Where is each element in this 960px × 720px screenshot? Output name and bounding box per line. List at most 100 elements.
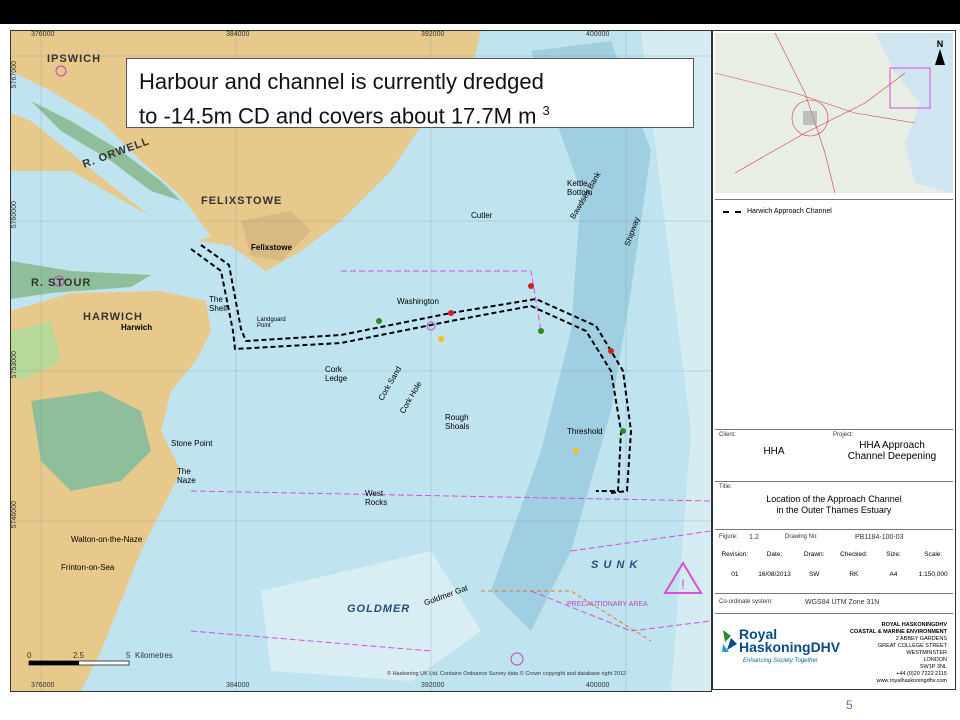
callout-box: Harbour and channel is currently dredged… [126,58,694,128]
scale-tick: 0 [27,651,32,660]
place-label: GOLDMER [347,603,411,615]
col-header: Drawn: [803,551,825,558]
client-label: Client: [719,432,737,438]
scale-tick: 5 [126,651,131,660]
col-header: Scale: [924,551,943,558]
grid-x-label: 376000 [31,31,55,38]
place-label: The Naze [177,467,196,485]
map-legend: Harwich Approach Channel [715,199,953,460]
grid-x-label: 384000 [226,31,250,38]
place-label: Cutler [471,211,493,220]
figure-block: Figure: 1.2 Drawing No: PB1184-100-03 [715,529,953,545]
place-label: Landguard Point [257,317,286,329]
callout-superscript: 3 [542,103,550,118]
col-header: Date: [766,551,783,558]
col-header: Size: [886,551,901,558]
col-value: A4 [889,571,898,578]
place-label: Walton-on-the-Naze [71,535,143,544]
grid-y-label: 5760000 [11,201,18,229]
grid-y-label: 5753000 [11,351,18,379]
place-label: Cork Ledge [325,365,348,383]
col-value: 1:150,000 [918,571,948,578]
address-line: WESTMINSTER [906,650,947,656]
inset-drawing [715,33,953,193]
grid-y-label: 5767000 [11,61,18,89]
scale-tick: 2.5 [73,651,85,660]
col-value: SW [808,571,820,578]
place-label: Stone Point [171,439,213,448]
place-label: S U N K [591,559,639,571]
place-label: Threshold [567,427,603,436]
north-arrow: N [935,39,945,65]
project-line-2: Channel Deepening [847,451,937,462]
figure-label: Figure: [719,534,738,540]
place-label: FELIXSTOWE [201,195,283,207]
grid-x-label: 392000 [421,31,445,38]
address-line: www.royalhaskoningdhv.com [876,678,947,684]
grid-y-label: 5746000 [11,501,18,529]
grid-x-label: 384000 [226,682,250,689]
company-line-2: HaskoningDHV [739,639,841,655]
location-inset-map: N [715,33,953,193]
company-tagline: Enhancing Society Together [743,658,818,664]
client-project-block: Client: HHA Project: HHA Approach Channel… [715,429,953,465]
place-label: HARWICH [83,311,143,323]
coordinate-block: Co-ordinate system: WGS84 UTM Zone 31N [715,593,953,611]
callout-line-1: Harbour and channel is currently dredged [139,69,544,94]
col-header: Checked: [840,551,868,558]
company-address: ROYAL HASKONINGDHV COASTAL & MARINE ENVI… [850,622,947,685]
client-value: HHA [763,446,785,457]
scale-unit: Kilometres [135,651,173,660]
grid-x-label: 400000 [586,31,610,38]
col-value: 01 [731,571,739,578]
drawing-info-panel: N Harwich Approach Channel Client: HHA P… [712,30,956,690]
revision-headers: Revision: Date: Drawn: Checked: Size: Sc… [715,551,953,558]
place-label: Harwich [121,323,153,332]
project-label: Project: [833,432,854,438]
place-label: Felixstowe [251,243,292,252]
project-line-1: HHA Approach [859,440,925,451]
place-label: Frinton-on-Sea [61,563,115,572]
figure-value: 1.2 [749,534,759,541]
dashed-line-icon [723,210,741,213]
title-line-1: Location of the Approach Channel [766,494,902,504]
project-value: HHA Approach Channel Deepening [833,440,951,462]
scale-bar [28,660,130,666]
north-label: N [936,39,944,49]
drawing-value: PB1184-100-03 [855,534,904,541]
col-value: 16/08/2013 [758,571,791,578]
address-line: LONDON [923,657,947,663]
callout-line-2-text: to -14.5m CD and covers about 17.7M m [139,103,537,129]
top-black-bar [0,0,960,24]
place-label: PRECAUTIONARY AREA [567,601,648,608]
company-name: Royal HaskoningDHV [739,627,841,655]
place-label: Rough Shoals [445,413,470,431]
title-label: Title: [719,484,732,490]
place-label: West Rocks [365,489,388,507]
place-label: Washington [397,297,439,306]
address-line: COASTAL & MARINE ENVIRONMENT [850,629,947,635]
address-line: SW1P 3NL [919,664,947,670]
company-logo-icon [722,630,737,652]
legend-label: Harwich Approach Channel [747,208,832,215]
col-value: RK [849,571,859,578]
address-line: 2 ABBEY GARDENS [895,636,947,642]
coord-label: Co-ordinate system: [719,599,773,605]
grid-x-label: 400000 [586,682,610,689]
company-logo-block: Royal HaskoningDHV Enhancing Society Toge… [715,613,953,688]
svg-text:!: ! [681,576,685,592]
address-line: GREAT COLLEGE STREET [877,643,947,649]
revision-values: 01 16/08/2013 SW RK A4 1:150,000 [715,571,953,578]
address-line: ROYAL HASKONINGDHV [881,622,947,628]
legend-item-channel: Harwich Approach Channel [723,208,832,215]
north-arrow-icon [935,49,945,65]
map-copyright: © Haskoning UK Ltd. Contains Ordnance Su… [387,671,626,677]
title-block: Title: Location of the Approach Channel i… [715,481,953,529]
address-line: +44 (0)20 7222 2115 [896,671,947,677]
title-line-2: in the Outer Thames Estuary [776,505,892,515]
grid-x-label: 376000 [31,682,55,689]
drawing-label: Drawing No: [785,534,819,540]
coord-value: WGS84 UTM Zone 31N [805,599,880,606]
title-value: Location of the Approach Channel in the O… [719,494,949,516]
callout-line-2: to -14.5m CD and covers about 17.7M m 3 [139,96,681,130]
